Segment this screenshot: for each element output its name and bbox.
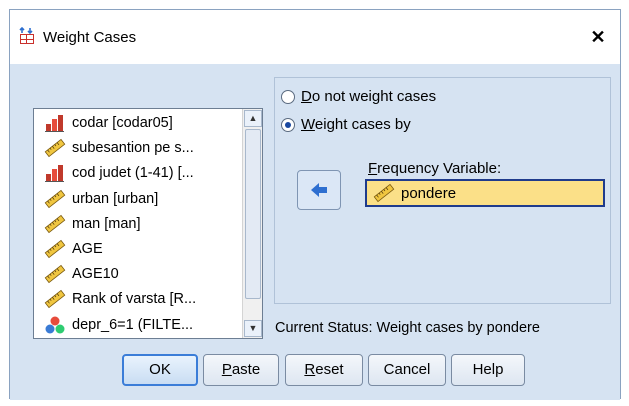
variable-label: cod judet (1-41) [...: [72, 165, 194, 182]
scale-icon: [44, 264, 66, 284]
variable-label: depr_6=1 (FILTE...: [72, 316, 194, 333]
dialog-body: codar [codar05] subesantion pe s... cod ju…: [10, 64, 620, 400]
move-variable-button[interactable]: [297, 170, 341, 210]
filter-icon: [44, 315, 66, 335]
nominal-icon: [44, 113, 66, 133]
variable-label: subesantion pe s...: [72, 140, 194, 157]
do-not-weight-radio[interactable]: Do not weight cases: [281, 88, 436, 105]
list-item[interactable]: man [man]: [44, 212, 244, 236]
do-not-weight-label: Do not weight cases: [301, 88, 437, 105]
list-item[interactable]: subesantion pe s...: [44, 136, 244, 160]
weight-cases-by-radio[interactable]: Weight cases by: [281, 116, 411, 133]
variable-label: Rank of varsta [R...: [72, 291, 197, 308]
scale-icon: [44, 138, 66, 158]
frequency-variable-label: Frequency Variable:: [368, 160, 502, 177]
variable-label: man [man]: [72, 215, 141, 232]
list-item[interactable]: depr_6=1 (FILTE...: [44, 313, 244, 337]
weight-options-group: Do not weight cases Weight cases by Freq…: [274, 77, 611, 304]
weight-cases-app-icon: [19, 27, 34, 44]
scroll-down-icon[interactable]: ▼: [244, 320, 262, 337]
title-bar: Weight Cases ✕: [10, 10, 620, 64]
list-item[interactable]: AGE10: [44, 262, 244, 286]
cancel-button[interactable]: Cancel: [368, 354, 446, 386]
current-status: Current Status: Weight cases by pondere: [275, 320, 540, 336]
variable-list-scrollbar[interactable]: ▲ ▼: [242, 109, 262, 338]
frequency-variable-value: pondere: [401, 184, 457, 202]
variable-label: urban [urban]: [72, 190, 159, 207]
list-item[interactable]: cod judet (1-41) [...: [44, 161, 244, 185]
list-item[interactable]: AGE: [44, 237, 244, 261]
weight-cases-by-radio-circle[interactable]: [281, 117, 295, 132]
scale-icon: [44, 214, 66, 234]
ok-button[interactable]: OK: [122, 354, 198, 386]
close-icon[interactable]: ✕: [588, 27, 608, 47]
reset-button[interactable]: Reset: [285, 354, 363, 386]
frequency-variable-field[interactable]: pondere: [365, 179, 605, 207]
scale-icon: [44, 289, 66, 309]
nominal-icon: [44, 163, 66, 183]
variable-label: AGE10: [72, 266, 119, 283]
window-title: Weight Cases: [43, 29, 137, 46]
weight-cases-dialog: Weight Cases ✕ codar [codar05] subesantio…: [9, 9, 621, 400]
list-item[interactable]: Rank of varsta [R...: [44, 287, 244, 311]
variable-label: codar [codar05]: [72, 115, 173, 131]
scale-icon: [44, 239, 66, 259]
variable-list[interactable]: codar [codar05] subesantion pe s... cod ju…: [33, 108, 263, 339]
paste-button[interactable]: Paste: [203, 354, 279, 386]
scale-icon: [44, 189, 66, 209]
list-item[interactable]: codar [codar05]: [44, 111, 244, 135]
list-item[interactable]: urban [urban]: [44, 187, 244, 211]
variable-label: AGE: [72, 241, 103, 257]
weight-cases-by-label: Weight cases by: [301, 116, 411, 133]
scale-icon: [373, 183, 395, 203]
scroll-up-icon[interactable]: ▲: [244, 110, 262, 127]
help-button[interactable]: Help: [451, 354, 525, 386]
arrow-left-icon: [311, 183, 327, 197]
do-not-weight-radio-circle[interactable]: [281, 89, 295, 104]
scroll-thumb[interactable]: [245, 129, 261, 299]
